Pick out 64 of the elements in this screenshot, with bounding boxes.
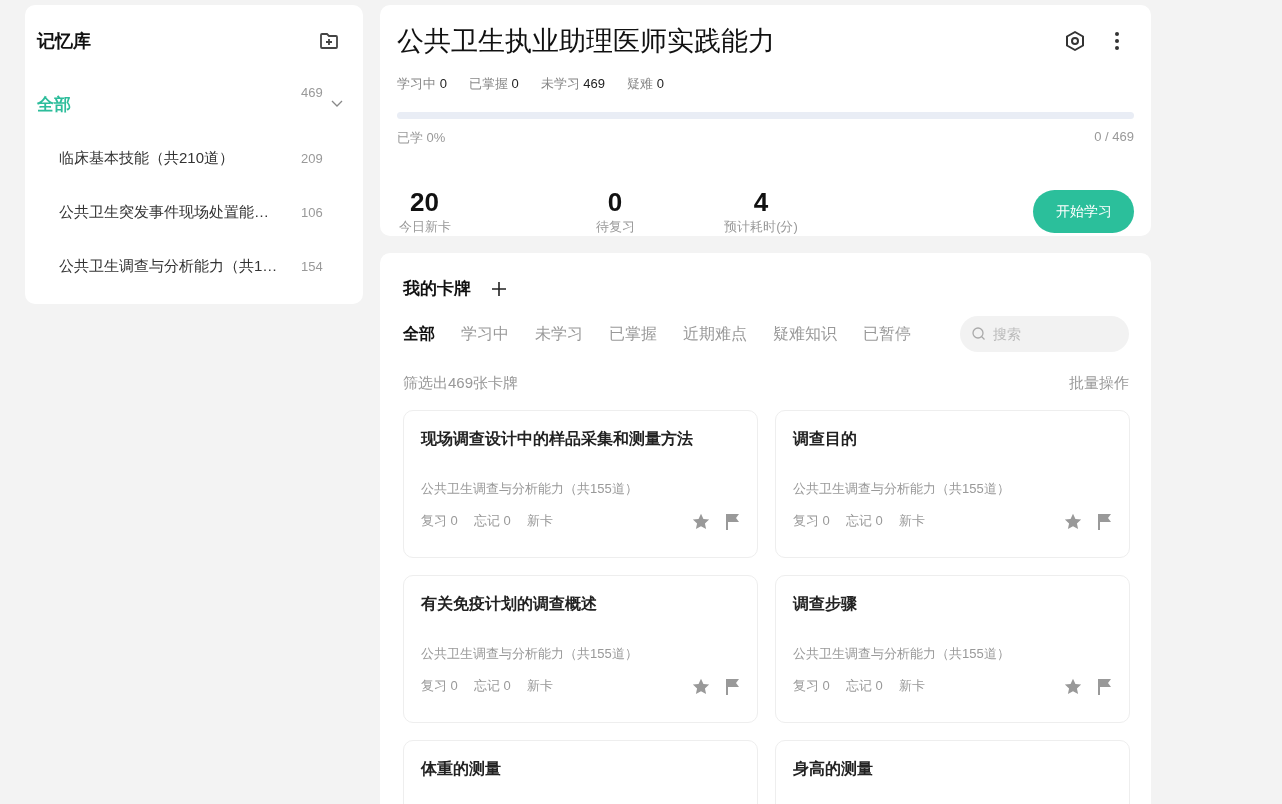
more-icon[interactable] (1114, 31, 1120, 51)
card-title: 现场调查设计中的样品采集和测量方法 (421, 429, 694, 449)
card-deck: 公共卫生调查与分析能力（共155道） (421, 645, 639, 663)
star-icon[interactable] (692, 677, 710, 695)
filter-summary: 筛选出469张卡牌 (403, 374, 519, 393)
card-title: 调查步骤 (793, 594, 858, 614)
forget-count: 忘记 0 (845, 677, 883, 695)
card-title: 有关免疫计划的调查概述 (421, 594, 598, 614)
star-icon[interactable] (1064, 512, 1082, 530)
deck-item[interactable]: 公共卫生突发事件现场处置能… 106 (37, 185, 363, 239)
flag-icon[interactable] (726, 512, 740, 530)
stat-label: 今日新卡 (398, 218, 451, 236)
flashcard[interactable]: 体重的测量 (403, 740, 758, 804)
flashcard[interactable]: 身高的测量 (775, 740, 1130, 804)
filter-tab[interactable]: 全部 (403, 323, 435, 345)
all-decks-label: 全部 (37, 93, 72, 116)
card-status: 新卡 (898, 512, 925, 530)
flag-icon[interactable] (726, 677, 740, 695)
forget-count: 忘记 0 (473, 677, 511, 695)
deck-count: 469 (301, 84, 324, 100)
review-count: 复习 0 (793, 677, 830, 695)
star-icon[interactable] (692, 512, 710, 530)
stat-text: 疑难 0 (627, 75, 664, 93)
add-folder-icon[interactable] (319, 32, 339, 50)
card-title: 体重的测量 (421, 759, 502, 779)
stat-text: 未学习 469 (540, 75, 606, 93)
stat-text: 学习中 0 (397, 75, 447, 93)
star-icon[interactable] (1064, 677, 1082, 695)
card-title: 身高的测量 (793, 759, 874, 779)
forget-count: 忘记 0 (845, 512, 883, 530)
progress-label: 已学 0% (397, 129, 446, 147)
review-count: 复习 0 (793, 512, 830, 530)
deck-item[interactable]: 公共卫生调查与分析能力（共1… 154 (37, 239, 363, 293)
settings-icon[interactable] (1064, 30, 1086, 52)
card-status: 新卡 (898, 677, 925, 695)
flashcard[interactable]: 现场调查设计中的样品采集和测量方法 公共卫生调查与分析能力（共155道） 复习 0 忘记 0 新卡 (403, 410, 758, 558)
review-count: 复习 0 (421, 677, 458, 695)
flag-icon[interactable] (1098, 512, 1112, 530)
progress-count: 0 / 469 (1094, 129, 1134, 146)
card-status: 新卡 (526, 677, 553, 695)
stat-label: 预计耗时(分) (724, 218, 798, 236)
search-icon (972, 327, 986, 341)
flashcard[interactable]: 调查步骤 公共卫生调查与分析能力（共155道） 复习 0 忘记 0 新卡 (775, 575, 1130, 723)
add-icon[interactable] (491, 280, 507, 297)
stat-value: 20 (410, 187, 439, 218)
card-title: 调查目的 (793, 429, 858, 449)
stat-label: 待复习 (595, 218, 635, 236)
section-title: 我的卡牌 (403, 278, 471, 300)
card-deck: 公共卫生调查与分析能力（共155道） (421, 480, 639, 498)
card-status: 新卡 (526, 512, 553, 530)
stat-value: 4 (753, 187, 769, 218)
stat-value: 0 (607, 187, 623, 218)
stat-text: 已掌握 0 (468, 75, 519, 93)
card-deck: 公共卫生调查与分析能力（共155道） (793, 645, 1011, 663)
forget-count: 忘记 0 (473, 512, 511, 530)
flashcard[interactable]: 有关免疫计划的调查概述 公共卫生调查与分析能力（共155道） 复习 0 忘记 0 新卡 (403, 575, 758, 723)
flashcard[interactable]: 调查目的 公共卫生调查与分析能力（共155道） 复习 0 忘记 0 新卡 (775, 410, 1130, 558)
flag-icon[interactable] (1098, 677, 1112, 695)
deck-item[interactable]: 临床基本技能（共210道） 209 (37, 131, 363, 185)
card-deck: 公共卫生调查与分析能力（共155道） (793, 480, 1011, 498)
review-count: 复习 0 (421, 512, 458, 530)
library-title: 记忆库 (37, 30, 91, 53)
chevron-icon[interactable] (331, 100, 343, 108)
deck-title: 公共卫生执业助理医师实践能力 (397, 25, 776, 58)
